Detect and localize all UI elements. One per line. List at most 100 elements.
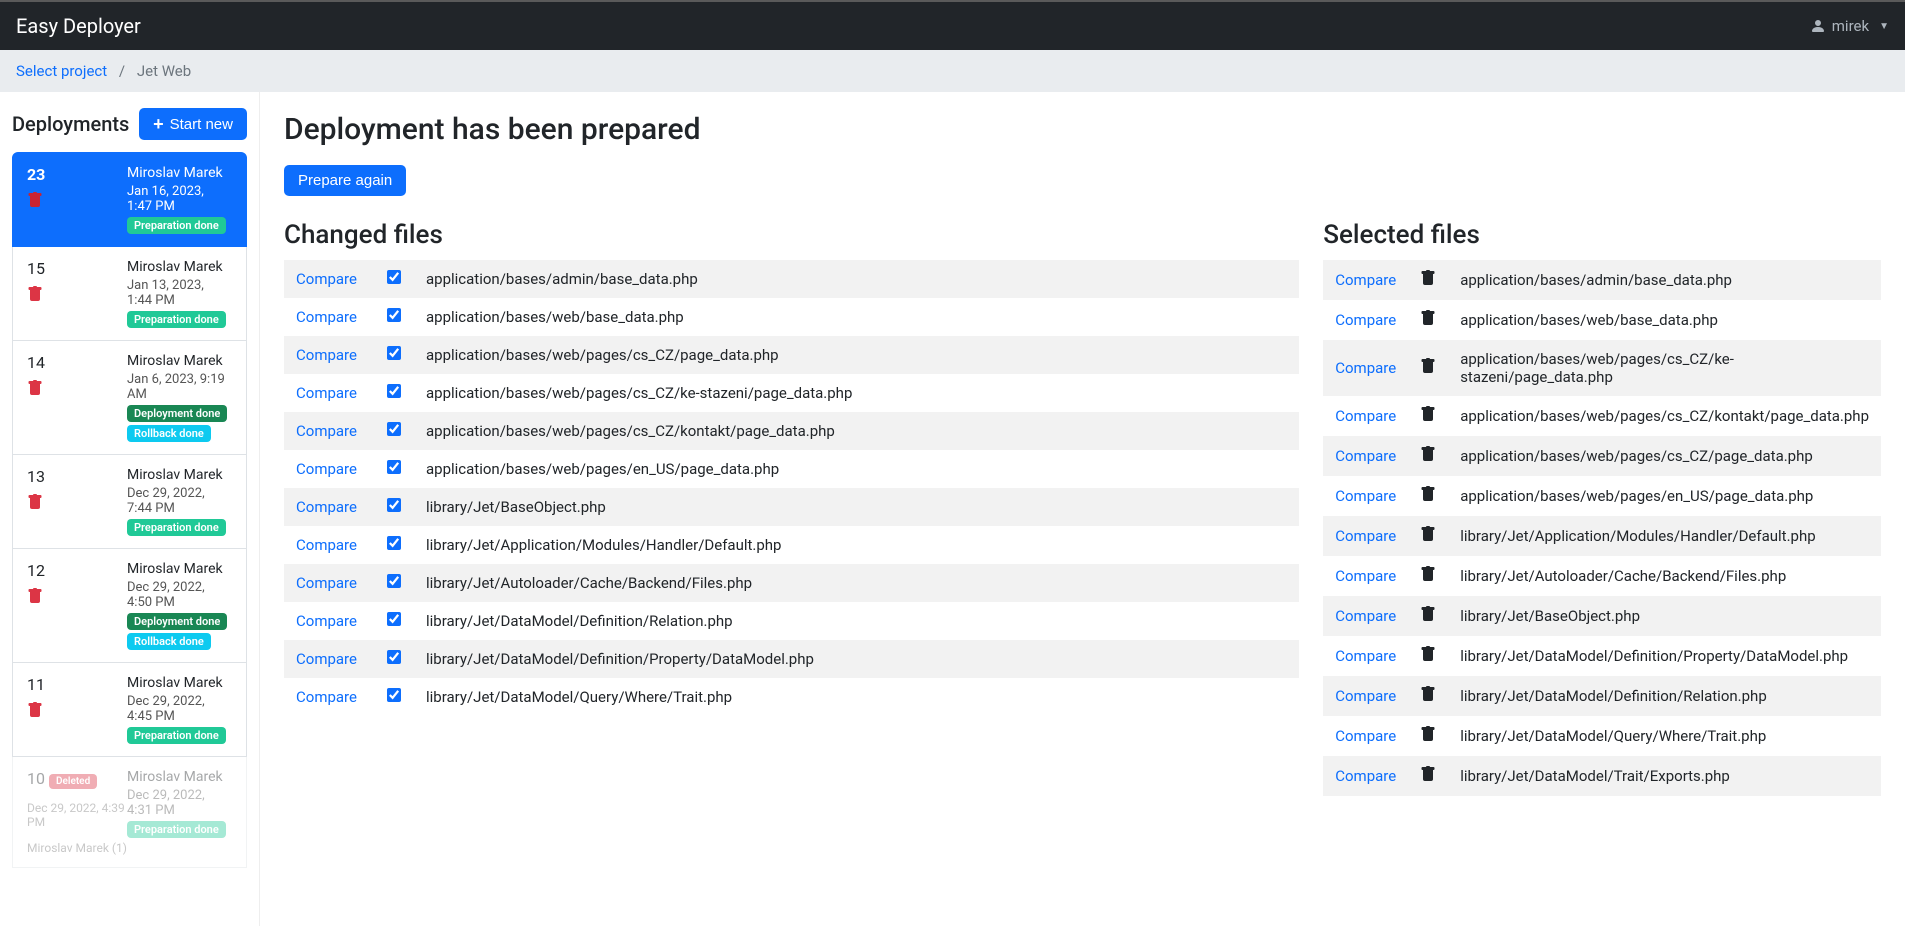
prepare-again-button[interactable]: Prepare again (284, 165, 406, 196)
file-path: library/Jet/Application/Modules/Handler/… (1448, 516, 1881, 556)
deployment-card-23[interactable]: 23Miroslav MarekJan 16, 2023, 1:47 PMPre… (12, 152, 247, 247)
deployment-card-13[interactable]: 13Miroslav MarekDec 29, 2022, 7:44 PMPre… (12, 455, 247, 549)
selected-file-row: Compareapplication/bases/web/pages/cs_CZ… (1323, 436, 1881, 476)
start-new-button[interactable]: + Start new (139, 108, 247, 140)
selected-file-row: Comparelibrary/Jet/Autoloader/Cache/Back… (1323, 556, 1881, 596)
remove-file-button[interactable] (1420, 272, 1436, 290)
compare-link[interactable]: Compare (1335, 527, 1396, 545)
deployment-author: Miroslav Marek (127, 769, 232, 785)
app-brand[interactable]: Easy Deployer (16, 14, 141, 38)
remove-file-button[interactable] (1420, 648, 1436, 666)
compare-link[interactable]: Compare (296, 384, 357, 402)
file-checkbox[interactable] (387, 574, 401, 588)
compare-link[interactable]: Compare (296, 346, 357, 364)
compare-link[interactable]: Compare (1335, 567, 1396, 585)
file-checkbox[interactable] (387, 422, 401, 436)
page-title: Deployment has been prepared (284, 112, 1881, 147)
deployment-card-12[interactable]: 12Miroslav MarekDec 29, 2022, 4:50 PMDep… (12, 549, 247, 663)
compare-link[interactable]: Compare (1335, 647, 1396, 665)
delete-deployment-button[interactable] (27, 494, 45, 512)
changed-file-row: Compareapplication/bases/web/base_data.p… (284, 298, 1299, 336)
compare-link[interactable]: Compare (1335, 311, 1396, 329)
status-badge: Preparation done (127, 821, 226, 838)
compare-link[interactable]: Compare (296, 308, 357, 326)
compare-link[interactable]: Compare (296, 536, 357, 554)
file-checkbox[interactable] (387, 346, 401, 360)
remove-file-button[interactable] (1420, 408, 1436, 426)
remove-file-button[interactable] (1420, 568, 1436, 586)
delete-deployment-button[interactable] (27, 702, 45, 720)
deployment-author: Miroslav Marek (127, 467, 232, 483)
file-checkbox[interactable] (387, 308, 401, 322)
file-path: application/bases/web/pages/cs_CZ/page_d… (414, 336, 1299, 374)
user-menu[interactable]: mirek ▼ (1810, 17, 1889, 35)
compare-link[interactable]: Compare (296, 612, 357, 630)
compare-link[interactable]: Compare (1335, 687, 1396, 705)
delete-deployment-button[interactable] (27, 588, 45, 606)
compare-link[interactable]: Compare (296, 688, 357, 706)
remove-file-button[interactable] (1420, 608, 1436, 626)
changed-file-row: Compare application/bases/web/pages/cs_CZ… (284, 336, 1299, 374)
sidebar-title: Deployments (12, 112, 129, 136)
compare-link[interactable]: Compare (1335, 407, 1396, 425)
compare-link[interactable]: Compare (296, 650, 357, 668)
compare-link[interactable]: Compare (1335, 607, 1396, 625)
file-path: application/bases/web/base_data.php (1448, 300, 1881, 340)
compare-link[interactable]: Compare (296, 460, 357, 478)
file-checkbox[interactable] (387, 612, 401, 626)
compare-link[interactable]: Compare (1335, 359, 1396, 377)
selected-file-row: Compareapplication/bases/admin/base_data… (1323, 260, 1881, 300)
compare-link[interactable]: Compare (1335, 727, 1396, 745)
compare-link[interactable]: Compare (296, 270, 357, 288)
compare-link[interactable]: Compare (1335, 767, 1396, 785)
deployment-card-14[interactable]: 14Miroslav MarekJan 6, 2023, 9:19 AMDepl… (12, 341, 247, 455)
selected-file-row: Comparelibrary/Jet/BaseObject.php (1323, 596, 1881, 636)
remove-file-button[interactable] (1420, 488, 1436, 506)
compare-link[interactable]: Compare (1335, 487, 1396, 505)
user-name: mirek (1832, 17, 1869, 35)
deleted-by: Miroslav Marek (1) (27, 841, 127, 855)
remove-file-button[interactable] (1420, 728, 1436, 746)
deployment-author: Miroslav Marek (127, 561, 232, 577)
file-checkbox[interactable] (387, 536, 401, 550)
remove-file-button[interactable] (1420, 312, 1436, 330)
compare-link[interactable]: Compare (1335, 271, 1396, 289)
selected-file-row: Comparelibrary/Jet/DataModel/Definition/… (1323, 676, 1881, 716)
file-path: application/bases/web/pages/cs_CZ/ke-sta… (1448, 340, 1881, 396)
file-checkbox[interactable] (387, 688, 401, 702)
delete-deployment-button[interactable] (27, 286, 45, 304)
remove-file-button[interactable] (1420, 448, 1436, 466)
breadcrumb-select-project[interactable]: Select project (16, 62, 107, 80)
status-badge: Deployment done (127, 613, 227, 630)
compare-link[interactable]: Compare (296, 422, 357, 440)
deployment-card-10[interactable]: 10 DeletedDec 29, 2022, 4:39 PMMiroslav … (12, 757, 247, 868)
compare-link[interactable]: Compare (1335, 447, 1396, 465)
file-checkbox[interactable] (387, 498, 401, 512)
deployment-card-15[interactable]: 15Miroslav MarekJan 13, 2023, 1:44 PMPre… (12, 247, 247, 341)
delete-deployment-button[interactable] (27, 192, 45, 210)
changed-file-row: Comparelibrary/Jet/Autoloader/Cache/Back… (284, 564, 1299, 602)
file-path: library/Jet/DataModel/Trait/Exports.php (1448, 756, 1881, 796)
compare-link[interactable]: Compare (296, 498, 357, 516)
status-badge: Deployment done (127, 405, 227, 422)
changed-file-row: Compareapplication/bases/web/pages/cs_CZ… (284, 412, 1299, 450)
remove-file-button[interactable] (1420, 688, 1436, 706)
file-checkbox[interactable] (387, 650, 401, 664)
file-checkbox[interactable] (387, 460, 401, 474)
changed-file-row: Comparelibrary/Jet/DataModel/Definition/… (284, 602, 1299, 640)
remove-file-button[interactable] (1420, 768, 1436, 786)
deployment-author: Miroslav Marek (127, 259, 232, 275)
file-checkbox[interactable] (387, 270, 401, 284)
deployment-card-11[interactable]: 11Miroslav MarekDec 29, 2022, 4:45 PMPre… (12, 663, 247, 757)
remove-file-button[interactable] (1420, 528, 1436, 546)
selected-file-row: Compare application/bases/web/base_data.p… (1323, 300, 1881, 340)
file-checkbox[interactable] (387, 384, 401, 398)
changed-file-row: Comparelibrary/Jet/Application/Modules/H… (284, 526, 1299, 564)
deployment-number: 13 (27, 467, 127, 486)
start-new-label: Start new (170, 116, 233, 133)
delete-deployment-button[interactable] (27, 380, 45, 398)
file-path: library/Jet/DataModel/Query/Where/Trait.… (414, 678, 1299, 716)
remove-file-button[interactable] (1420, 360, 1436, 378)
compare-link[interactable]: Compare (296, 574, 357, 592)
changed-file-row: Comparelibrary/Jet/DataModel/Definition/… (284, 640, 1299, 678)
